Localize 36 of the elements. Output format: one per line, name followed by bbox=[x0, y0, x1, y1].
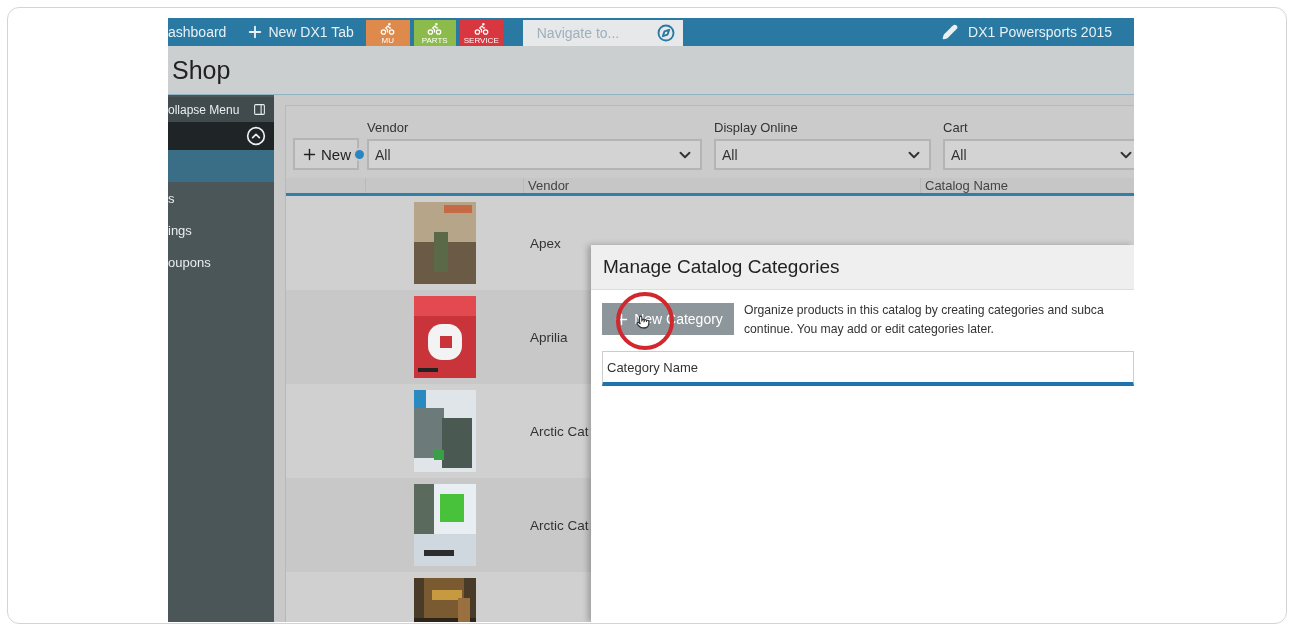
column-header: Category Name bbox=[602, 351, 1134, 386]
dialog-description: Organize products in this catalog by creating categories and subca continue. You may add or edit categories later. bbox=[744, 302, 1104, 338]
new-tab-link[interactable]: New DX1 Tab bbox=[246, 23, 354, 41]
vendor-cell: Aprilia bbox=[530, 329, 568, 345]
vendor-cell: Apex bbox=[530, 235, 561, 251]
dialog-title: Manage Catalog Categories bbox=[603, 256, 840, 278]
panel-icon bbox=[253, 103, 266, 116]
new-button[interactable]: New bbox=[293, 138, 359, 170]
collapse-menu-button[interactable]: ollapse Menu bbox=[168, 97, 274, 122]
vendor-cell: Arctic Cat bbox=[530, 517, 589, 533]
filter-label: Display Online bbox=[714, 120, 799, 135]
compass-icon[interactable] bbox=[656, 24, 675, 42]
page-title: Shop bbox=[172, 55, 231, 85]
sidebar-item[interactable]: ings bbox=[168, 214, 274, 246]
filter-select[interactable]: All bbox=[943, 139, 1134, 170]
sidebar-item[interactable]: oupons bbox=[168, 246, 274, 278]
sidebar-item[interactable]: s bbox=[168, 182, 274, 214]
tile-label: PARTS bbox=[421, 36, 448, 45]
motorbike-icon bbox=[380, 21, 396, 36]
filter-label: Vendor bbox=[367, 120, 410, 135]
tile-label: SERVICE bbox=[463, 36, 499, 45]
pencil-icon[interactable] bbox=[942, 24, 959, 40]
quick-add-tile[interactable]: SERVICE bbox=[459, 20, 503, 46]
motorbike-icon bbox=[427, 21, 443, 36]
dashboard-link[interactable]: ashboard bbox=[168, 24, 227, 40]
dealer-name: DX1 Powersports 2015 bbox=[968, 24, 1112, 40]
filter-label: Cart bbox=[943, 120, 969, 135]
filter-select[interactable]: All bbox=[714, 139, 931, 170]
motorbike-icon bbox=[473, 21, 489, 36]
vendor-cell: Arctic Cat bbox=[530, 423, 589, 439]
chevron-up-icon[interactable] bbox=[246, 126, 266, 146]
column-header: Catalog Name bbox=[921, 178, 1134, 193]
filter-select[interactable]: All bbox=[367, 139, 702, 170]
tile-label: MU bbox=[381, 36, 394, 45]
column-header: Vendor bbox=[524, 178, 921, 193]
navigate-field[interactable]: Navigate to... bbox=[522, 20, 683, 46]
